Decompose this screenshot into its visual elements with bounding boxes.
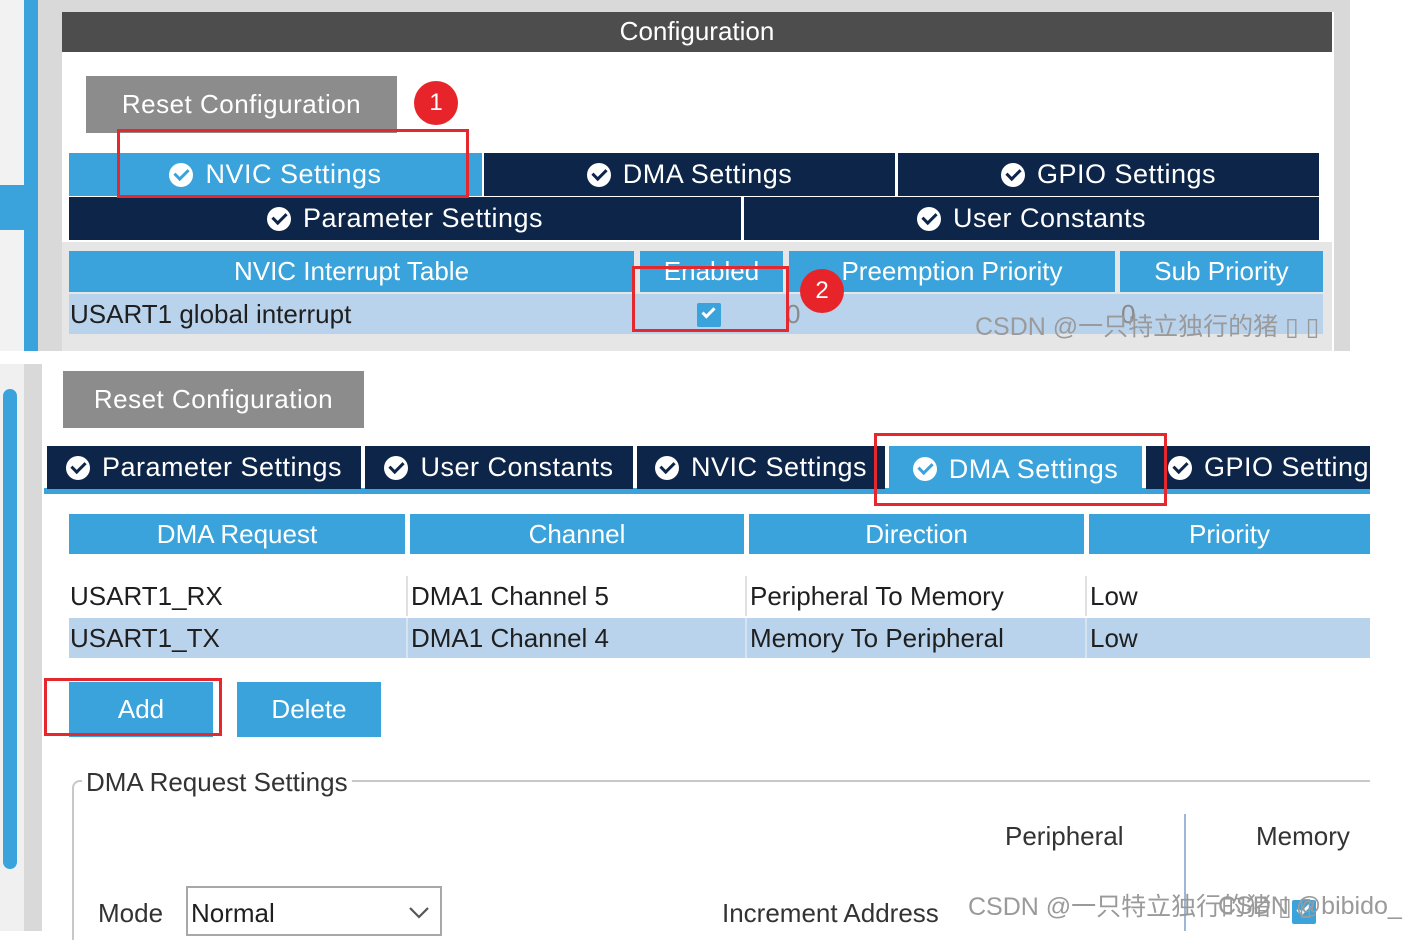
reset-configuration-button[interactable]: Reset Configuration: [86, 76, 397, 133]
delete-button[interactable]: Delete: [237, 682, 381, 737]
increment-address-label: Increment Address: [722, 898, 939, 928]
col-dma-request: DMA Request: [69, 514, 405, 554]
check-icon: [65, 455, 90, 480]
highlight-box-enabled: [632, 266, 789, 332]
watermark-bottom-2: CSDN @bibido_: [1218, 892, 1402, 920]
highlight-box-dma-tab: [874, 433, 1167, 506]
tab-label: User Constants: [952, 203, 1147, 233]
tab-label: DMA Settings: [622, 159, 793, 189]
tab-gpio-settings[interactable]: GPIO Settings: [1146, 446, 1370, 489]
cell-priority: Low: [1090, 622, 1138, 653]
tab-parameter-settings[interactable]: Parameter Settings: [69, 197, 741, 240]
tab-gpio-settings[interactable]: GPIO Settings: [898, 153, 1319, 196]
tab-user-constants[interactable]: User Constants: [744, 197, 1319, 240]
highlight-box-nvic: [117, 129, 469, 198]
mode-label: Mode: [98, 898, 164, 928]
check-icon: [586, 162, 611, 187]
panel-border: [38, 0, 62, 351]
tab-label: User Constants: [420, 452, 614, 482]
annotation-badge-2: 2: [800, 269, 844, 313]
cell-priority: Low: [1090, 580, 1138, 611]
check-icon: [384, 455, 409, 480]
cell-direction: Peripheral To Memory: [750, 580, 1004, 611]
panel-border: [24, 364, 42, 931]
tab-nvic-settings[interactable]: NVIC Settings: [637, 446, 885, 489]
highlight-box-add: [44, 678, 222, 736]
tab-label: NVIC Settings: [690, 452, 868, 482]
tab-label: Parameter Settings: [101, 452, 343, 482]
sidebar-accent: [24, 0, 38, 351]
tab-parameter-settings[interactable]: Parameter Settings: [47, 446, 361, 489]
col-priority: Priority: [1089, 514, 1370, 554]
mode-select[interactable]: Normal: [186, 886, 442, 936]
cell-channel: DMA1 Channel 4: [411, 622, 609, 653]
panel-border-right: [1334, 0, 1350, 351]
interrupt-name: USART1 global interrupt: [70, 298, 352, 329]
peripheral-label: Peripheral: [1005, 821, 1124, 851]
table-row[interactable]: USART1_TX DMA1 Channel 4 Memory To Perip…: [69, 618, 1370, 658]
table-row[interactable]: USART1_RX DMA1 Channel 5 Peripheral To M…: [69, 576, 1370, 616]
panel-top-strip: [62, 0, 1334, 12]
screenshot-gap: [0, 351, 1417, 364]
cell-request: USART1_RX: [70, 580, 223, 611]
sidebar-notch: [0, 185, 24, 230]
cell-request: USART1_TX: [70, 622, 220, 653]
col-sub-priority: Sub Priority: [1120, 251, 1323, 292]
watermark-top: CSDN @一只特立独行的猪 ▯ ▯: [975, 313, 1320, 341]
reset-configuration-button[interactable]: Reset Configuration: [63, 371, 364, 428]
bottom-panel: Reset Configuration Parameter Settings U…: [0, 364, 1417, 940]
check-icon: [916, 206, 941, 231]
check-icon: [1000, 162, 1025, 187]
col-nvic-interrupt-table: NVIC Interrupt Table: [69, 251, 634, 292]
cell-channel: DMA1 Channel 5: [411, 580, 609, 611]
top-panel: Configuration Reset Configuration 1 NVIC…: [0, 0, 1350, 351]
scrollbar-thumb[interactable]: [3, 389, 17, 869]
annotation-badge-1: 1: [414, 81, 458, 125]
tab-label: GPIO Settings: [1036, 159, 1217, 189]
check-icon: [1168, 455, 1192, 480]
tab-user-constants[interactable]: User Constants: [365, 446, 633, 489]
check-icon: [266, 206, 291, 231]
col-channel: Channel: [410, 514, 744, 554]
tab-label: Parameter Settings: [302, 203, 544, 233]
mode-select-value: Normal: [191, 898, 275, 928]
check-icon: [654, 455, 679, 480]
tab-label: GPIO Settings: [1204, 452, 1370, 482]
sidebar-strip: [0, 0, 24, 351]
settings-group-title: DMA Request Settings: [82, 767, 352, 798]
configuration-title: Configuration: [62, 12, 1332, 52]
chevron-down-icon: [409, 907, 429, 919]
cell-direction: Memory To Peripheral: [750, 622, 1004, 653]
col-direction: Direction: [749, 514, 1084, 554]
memory-label: Memory: [1256, 821, 1350, 851]
tab-dma-settings[interactable]: DMA Settings: [484, 153, 895, 196]
